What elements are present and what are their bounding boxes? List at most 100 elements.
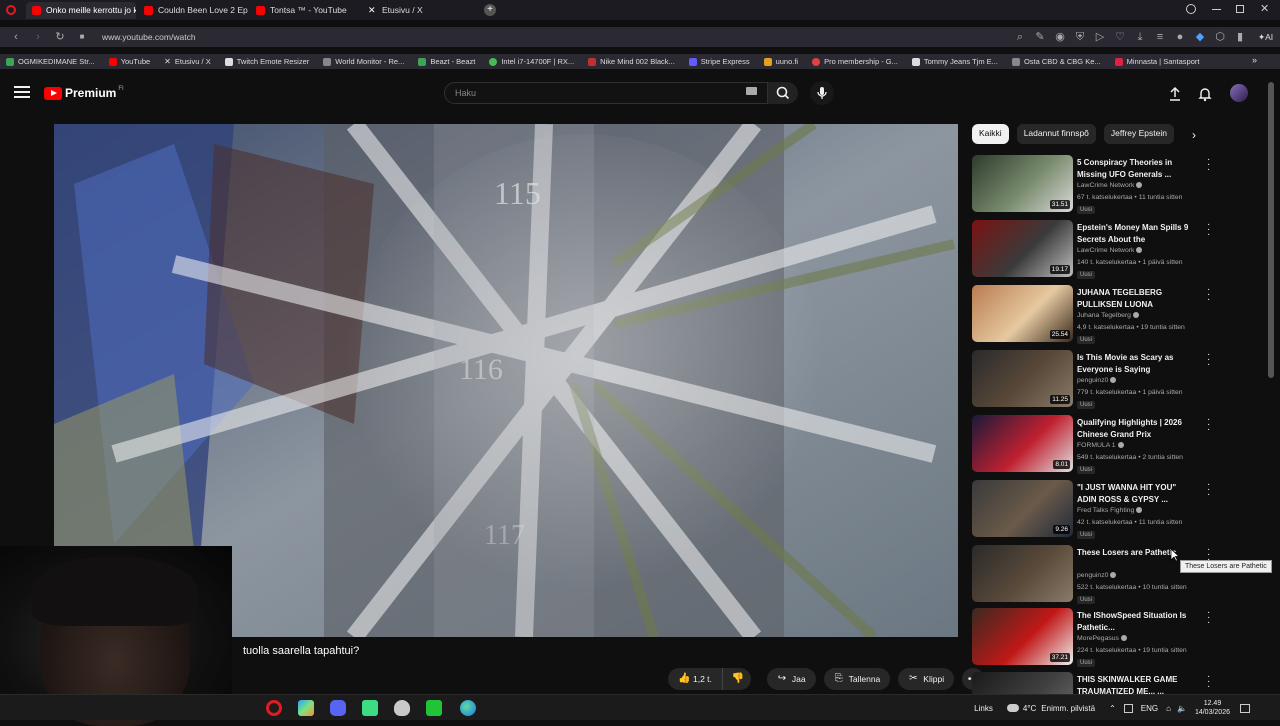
network-icon[interactable]: ⌂ xyxy=(1166,704,1171,713)
heart-icon[interactable]: ♡ xyxy=(1114,31,1126,43)
video-thumbnail[interactable]: 37.21 xyxy=(972,608,1073,665)
search-tabs-icon[interactable] xyxy=(1186,4,1196,14)
bookmark-item[interactable]: Osta CBD & CBG Ke... xyxy=(1011,57,1101,66)
volume-icon[interactable]: 🔈 xyxy=(1177,704,1187,713)
bookmarks-overflow-icon[interactable]: » xyxy=(1252,55,1257,65)
dislike-button[interactable]: 👎 xyxy=(722,668,751,690)
maximize-button[interactable] xyxy=(1236,5,1244,13)
more-vertical-icon[interactable]: ··· xyxy=(1207,608,1211,628)
share-button[interactable]: ↪ Jaa xyxy=(766,668,816,690)
more-vertical-icon[interactable]: ··· xyxy=(1207,155,1211,175)
youtube-premium-logo[interactable]: Premium FI xyxy=(44,86,124,100)
more-vertical-icon[interactable]: ··· xyxy=(1207,285,1211,305)
channel-name[interactable]: Fred Talks Fighting xyxy=(1077,507,1143,514)
more-vertical-icon[interactable]: ··· xyxy=(1207,672,1211,692)
search-button[interactable] xyxy=(768,82,798,104)
discord-taskbar-icon[interactable] xyxy=(330,700,346,716)
avatar[interactable] xyxy=(1230,84,1248,102)
bookmark-item[interactable]: Nike Mind 002 Black... xyxy=(588,57,675,66)
upload-icon[interactable] xyxy=(1166,85,1184,103)
video-thumbnail[interactable]: 25.54 xyxy=(972,285,1073,342)
ai-button[interactable]: ✦AI xyxy=(1258,31,1273,43)
more-vertical-icon[interactable]: ··· xyxy=(1207,350,1211,370)
video-thumbnail[interactable]: 8.01 xyxy=(972,415,1073,472)
bookmark-item[interactable]: OGMIKEDIMANE Str... xyxy=(6,57,95,66)
edit-icon[interactable]: ✎ xyxy=(1034,31,1046,43)
bookmark-item[interactable]: Twitch Emote Resizer xyxy=(224,57,309,66)
video-thumbnail[interactable]: 11.25 xyxy=(972,350,1073,407)
page-scrollbar[interactable] xyxy=(1268,82,1274,378)
notification-center-icon[interactable] xyxy=(1240,703,1250,713)
video-thumbnail[interactable]: 31.51 xyxy=(972,155,1073,212)
cube-icon[interactable]: ⬡ xyxy=(1214,31,1226,43)
bookmark-item[interactable]: World Monitor - Re... xyxy=(323,57,404,66)
opera-icon[interactable] xyxy=(6,5,16,15)
bookmark-item[interactable]: uuno.fi xyxy=(763,57,798,66)
weather-temp[interactable]: 4°C xyxy=(1023,704,1036,713)
list-item[interactable]: 25.54 JUHANA TEGELBERG PULLIKSEN LUONA Juh… xyxy=(972,285,1217,345)
camera-icon[interactable]: ◉ xyxy=(1054,31,1066,43)
bookmark-item[interactable]: Beazt - Beazt xyxy=(418,57,475,66)
browser-tab[interactable]: Couldn Been Love 2 Episo... xyxy=(138,2,248,19)
clip-button[interactable]: ✂ Klippi xyxy=(898,668,955,690)
browser-tab[interactable]: Onko meille kerrottu jo k... xyxy=(26,1,136,19)
browser-tab[interactable]: Tontsa ™ - YouTube xyxy=(250,2,360,19)
video-thumbnail[interactable] xyxy=(972,672,1073,694)
channel-name[interactable]: FORMULA 1 xyxy=(1077,442,1124,449)
video-title[interactable]: 5 Conspiracy Theories in Missing UFO Gen… xyxy=(1077,157,1197,180)
video-title[interactable]: Is This Movie as Scary as Everyone is Sa… xyxy=(1077,352,1197,375)
copilot-taskbar-icon[interactable] xyxy=(298,700,314,716)
video-title[interactable]: JUHANA TEGELBERG PULLIKSEN LUONA xyxy=(1077,287,1197,310)
play-icon[interactable]: ▷ xyxy=(1094,31,1106,43)
save-button[interactable]: ⎘ Tallenna xyxy=(823,668,891,690)
weather-desc[interactable]: Enimm. pilvistä xyxy=(1041,704,1095,713)
links-toolbar[interactable]: Links xyxy=(974,704,993,713)
video-title[interactable]: THIS SKINWALKER GAME TRAUMATIZED ME... .… xyxy=(1077,674,1197,694)
edge-taskbar-icon[interactable] xyxy=(460,700,476,716)
shield-taskbar-icon[interactable] xyxy=(394,700,410,716)
shield-icon[interactable]: ⛨ xyxy=(1074,31,1086,43)
channel-name[interactable]: LawCrime Network xyxy=(1077,247,1143,254)
video-thumbnail[interactable]: 9.26 xyxy=(972,480,1073,537)
list-item[interactable]: 9.26 "I JUST WANNA HIT YOU" ADIN ROSS & G… xyxy=(972,480,1217,540)
chip-all[interactable]: Kaikki xyxy=(972,124,1009,144)
list-item[interactable]: 37.21 The IShowSpeed Situation Is Patheti… xyxy=(972,608,1217,668)
bookmark-item[interactable]: YouTube xyxy=(108,57,150,66)
bookmark-item[interactable]: Pro membership - G... xyxy=(812,57,898,66)
list-item[interactable]: 31.51 5 Conspiracy Theories in Missing UF… xyxy=(972,155,1217,215)
clock[interactable]: 12.49 14/03/2026 xyxy=(1195,699,1230,717)
bookmark-item[interactable]: Minnasta | Santasport xyxy=(1114,57,1199,66)
channel-name[interactable]: penguinz0 xyxy=(1077,572,1117,579)
channel-name[interactable]: MorePegasus xyxy=(1077,635,1127,642)
list-item[interactable]: 11.25 Is This Movie as Scary as Everyone … xyxy=(972,350,1217,410)
back-icon[interactable]: ‹ xyxy=(10,31,22,43)
video-thumbnail[interactable] xyxy=(972,545,1073,602)
media-taskbar-icon[interactable] xyxy=(426,700,442,716)
profile-icon[interactable]: ● xyxy=(1174,31,1186,43)
list-item[interactable]: 8.01 Qualifying Highlights | 2026 Chinese… xyxy=(972,415,1217,475)
notifications-bell-icon[interactable] xyxy=(1196,85,1214,103)
bookmark-item[interactable]: ✕ Etusivu / X xyxy=(164,57,211,66)
more-vertical-icon[interactable]: ··· xyxy=(1207,480,1211,500)
list-item[interactable]: THIS SKINWALKER GAME TRAUMATIZED ME... .… xyxy=(972,672,1217,694)
download-icon[interactable]: ⤓ xyxy=(1134,31,1146,43)
like-button[interactable]: 👍 1,2 t. xyxy=(668,668,723,690)
chip-topic[interactable]: Jeffrey Epstein xyxy=(1103,124,1174,144)
bookmark-item[interactable]: Intel i7-14700F | RX... xyxy=(489,57,574,66)
search-page-icon[interactable]: ⌕ xyxy=(1014,31,1026,43)
extension-icon[interactable]: ◆ xyxy=(1194,31,1206,43)
video-title[interactable]: Epstein's Money Man Spills 9 Secrets Abo… xyxy=(1077,222,1197,246)
close-window-button[interactable]: ✕ xyxy=(1260,2,1269,15)
minimize-button[interactable] xyxy=(1212,9,1221,10)
tray-app-icon[interactable] xyxy=(1123,703,1133,713)
channel-name[interactable]: Juhana Tegelberg xyxy=(1077,312,1139,319)
search-input[interactable]: Haku xyxy=(444,82,768,104)
video-thumbnail[interactable]: 19.17 xyxy=(972,220,1073,277)
chip-channel[interactable]: Ladannut finnspõ xyxy=(1016,124,1096,144)
bookmark-item[interactable]: Tommy Jeans Tjm E... xyxy=(911,57,998,66)
new-tab-button[interactable]: + xyxy=(484,4,496,16)
opera-taskbar-icon[interactable] xyxy=(266,700,282,716)
bookmark-item[interactable]: Stripe Express xyxy=(688,57,750,66)
more-vertical-icon[interactable]: ··· xyxy=(1207,220,1211,240)
reload-icon[interactable]: ↻ xyxy=(54,31,66,43)
